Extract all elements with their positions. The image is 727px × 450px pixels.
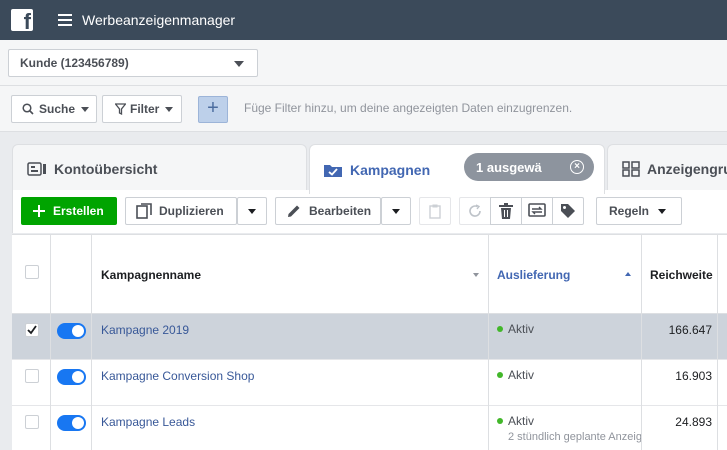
top-navigation-bar: f Werbeanzeigenmanager: [0, 0, 727, 40]
dashboard-icon: [27, 161, 46, 176]
filter-button[interactable]: Filter: [102, 95, 182, 123]
chevron-down-icon: [165, 106, 174, 112]
campaign-name-link[interactable]: Kampagne 2019: [101, 323, 189, 337]
reach-value: 24.893: [675, 415, 712, 429]
menu-icon[interactable]: [58, 14, 72, 26]
delivery-status: Aktiv: [508, 414, 535, 428]
facebook-logo-letter: f: [23, 9, 31, 31]
tag-button[interactable]: [552, 197, 584, 225]
plus-icon: [33, 205, 45, 217]
account-selector-label: Kunde (123456789): [20, 56, 129, 70]
tab-ad-groups-label: Anzeigengru: [647, 160, 727, 177]
chevron-down-icon: [248, 208, 256, 214]
clipboard-icon: [429, 204, 441, 219]
pencil-icon: [288, 205, 300, 217]
search-icon: [22, 103, 34, 115]
create-button[interactable]: Erstellen: [21, 197, 117, 225]
tab-account-overview[interactable]: Kontoübersicht: [12, 144, 307, 192]
delete-button[interactable]: [490, 197, 522, 225]
sort-caret-icon: [473, 273, 479, 277]
status-dot-icon: [497, 326, 503, 332]
clipboard-button[interactable]: [419, 197, 451, 225]
delivery-status: Aktiv: [508, 368, 535, 382]
rules-button[interactable]: Regeln: [596, 197, 682, 225]
close-icon[interactable]: ×: [570, 160, 584, 174]
column-divider: [91, 235, 92, 450]
column-divider: [641, 235, 642, 450]
account-bar: Kunde (123456789): [0, 40, 727, 86]
duplicate-dropdown-button[interactable]: [237, 197, 267, 225]
row-checkbox[interactable]: [25, 415, 39, 429]
column-header-name[interactable]: Kampagnenname: [101, 268, 201, 282]
swap-icon: [528, 203, 546, 217]
duplicate-button-label: Duplizieren: [159, 204, 224, 218]
column-header-reach[interactable]: Reichweite: [650, 268, 713, 282]
campaign-name-link[interactable]: Kampagne Leads: [101, 415, 195, 429]
delivery-status: Aktiv: [508, 322, 535, 336]
edit-button-label: Bearbeiten: [309, 204, 372, 218]
campaign-table: Kampagnenname Auslieferung Reichweite Ka…: [12, 234, 727, 450]
chevron-down-icon: [392, 208, 400, 214]
grid-icon: [622, 160, 640, 177]
tag-icon: [561, 204, 575, 218]
column-divider: [488, 235, 489, 450]
filter-button-label: Filter: [130, 102, 160, 116]
preview-button[interactable]: [521, 197, 553, 225]
filter-bar: Suche Filter + Füge Filter hinzu, um dei…: [0, 86, 727, 132]
rules-button-label: Regeln: [609, 204, 650, 218]
duplicate-icon: [136, 203, 152, 219]
funnel-icon: [115, 103, 126, 115]
folder-check-icon: [324, 164, 342, 177]
add-filter-button[interactable]: +: [198, 96, 228, 123]
selection-badge[interactable]: 1 ausgewä ×: [464, 153, 594, 181]
filter-hint-text: Füge Filter hinzu, um deine angezeigten …: [244, 101, 573, 115]
campaign-toggle[interactable]: [57, 415, 86, 431]
chevron-down-icon: [234, 61, 244, 67]
row-checkbox[interactable]: [25, 323, 39, 337]
selection-badge-label: 1 ausgewä: [476, 159, 542, 175]
table-row[interactable]: Kampagne Conversion Shop Aktiv 16.903: [12, 360, 727, 406]
table-header: Kampagnenname Auslieferung Reichweite: [12, 235, 727, 314]
app-title: Werbeanzeigenmanager: [82, 12, 236, 28]
search-button-label: Suche: [39, 102, 76, 116]
tab-campaigns-label: Kampagnen: [350, 161, 431, 178]
delivery-status-detail: 2 stündlich geplante Anzeig: [508, 431, 642, 443]
chevron-down-icon: [81, 106, 90, 112]
select-all-checkbox[interactable]: [25, 265, 39, 279]
duplicate-button[interactable]: Duplizieren: [125, 197, 237, 225]
search-button[interactable]: Suche: [11, 95, 97, 123]
edit-dropdown-button[interactable]: [381, 197, 411, 225]
campaign-toggle[interactable]: [57, 323, 86, 339]
account-selector[interactable]: Kunde (123456789): [8, 49, 258, 77]
table-row[interactable]: Kampagne Leads Aktiv 2 stündlich geplant…: [12, 406, 727, 450]
campaign-toggle[interactable]: [57, 369, 86, 385]
chevron-down-icon: [658, 208, 667, 214]
status-dot-icon: [497, 418, 503, 424]
tab-ad-groups[interactable]: Anzeigengru: [607, 144, 727, 192]
facebook-logo-icon[interactable]: f: [11, 9, 33, 31]
column-divider: [50, 235, 51, 450]
reach-value: 16.903: [675, 369, 712, 383]
create-button-label: Erstellen: [53, 204, 104, 218]
status-dot-icon: [497, 372, 503, 378]
refresh-icon: [469, 204, 481, 217]
column-divider: [717, 235, 718, 450]
row-checkbox[interactable]: [25, 369, 39, 383]
edit-button[interactable]: Bearbeiten: [275, 197, 381, 225]
column-header-delivery[interactable]: Auslieferung: [497, 268, 570, 282]
sort-asc-icon: [625, 272, 631, 276]
tab-account-overview-label: Kontoübersicht: [54, 160, 158, 177]
refresh-button[interactable]: [459, 197, 491, 225]
table-row[interactable]: Kampagne 2019 Aktiv 166.647: [12, 314, 727, 360]
reach-value: 166.647: [668, 323, 712, 337]
campaign-name-link[interactable]: Kampagne Conversion Shop: [101, 369, 254, 383]
trash-icon: [499, 203, 513, 219]
checkmark-icon: [27, 325, 37, 335]
